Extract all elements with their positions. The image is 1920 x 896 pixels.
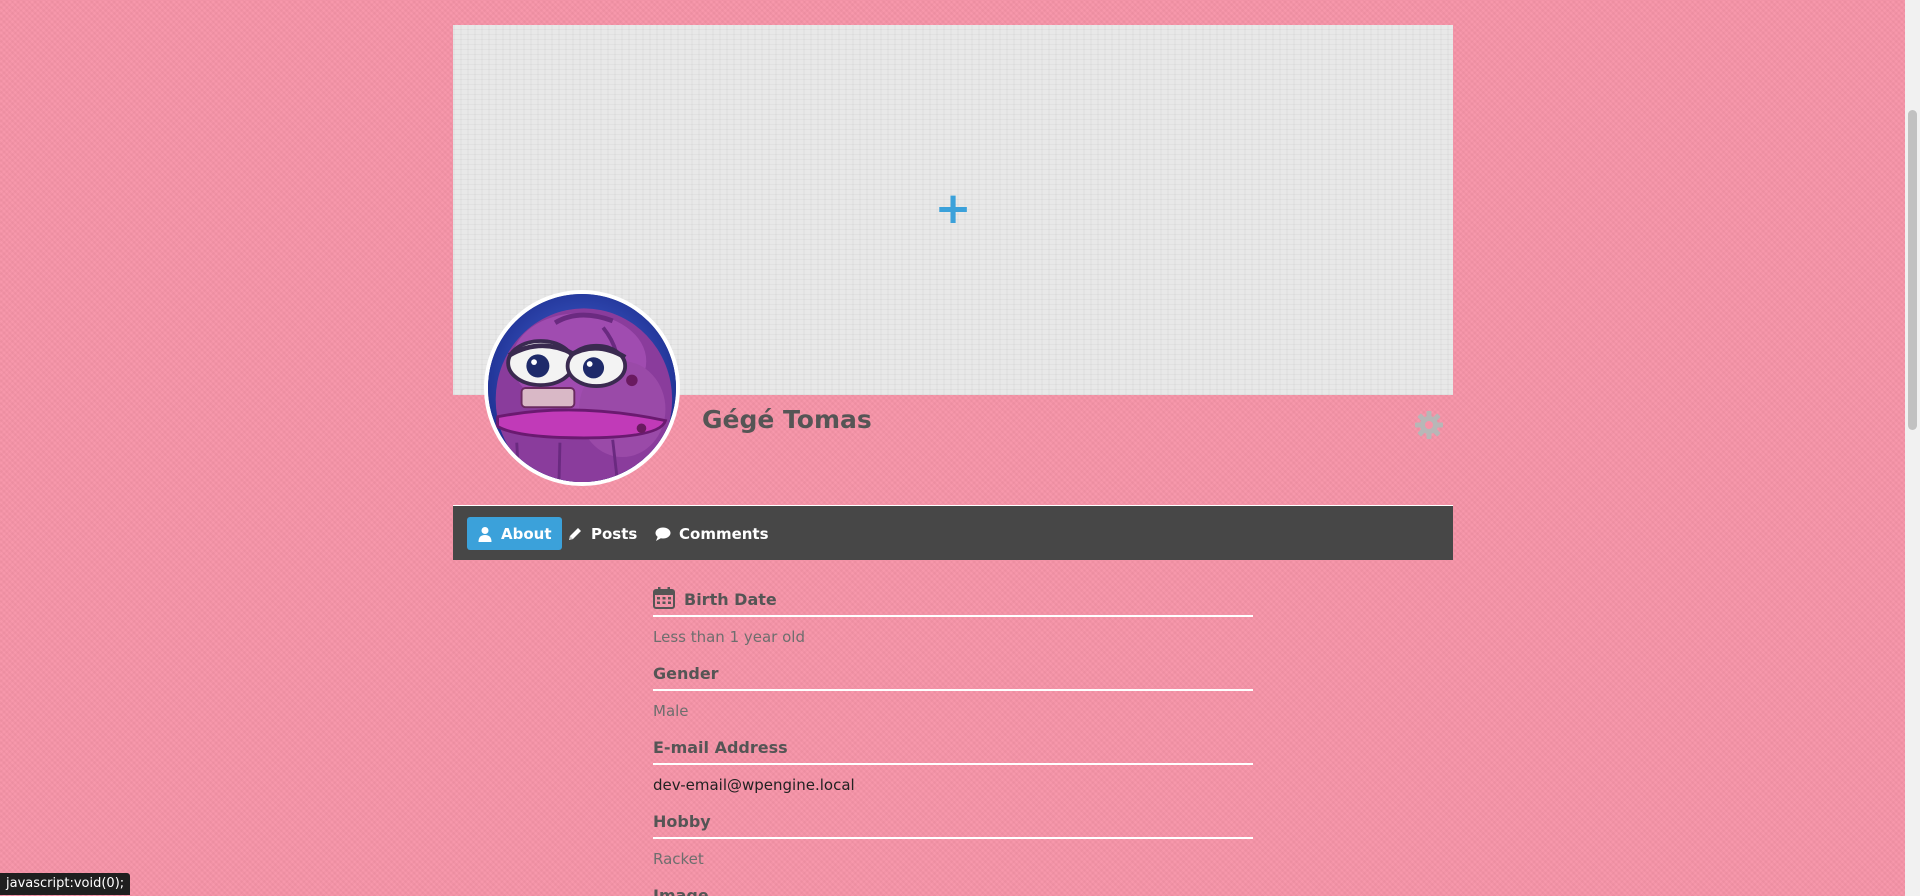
field-label-email: E-mail Address	[653, 731, 1253, 765]
frog-avatar-image	[488, 294, 676, 482]
profile-display-name[interactable]: Gégé Tomas	[702, 405, 872, 434]
browser-status-bar: javascript:void(0);	[0, 873, 131, 895]
birth-date-label: Birth Date	[684, 590, 777, 609]
gender-label: Gender	[653, 664, 719, 683]
page-scrollbar[interactable]	[1905, 0, 1920, 896]
field-label-hobby: Hobby	[653, 805, 1253, 839]
speech-bubble-icon	[655, 526, 671, 542]
field-value-gender: Male	[653, 702, 689, 720]
profile-page: + Gégé Tomas About Posts Comments Birth …	[0, 0, 1920, 896]
about-fields: Birth Date Less than 1 year old Gender M…	[653, 583, 1253, 896]
field-value-birth-date: Less than 1 year old	[653, 628, 805, 646]
scrollbar-thumb[interactable]	[1908, 110, 1917, 430]
email-label: E-mail Address	[653, 738, 788, 757]
field-value-email[interactable]: dev-email@wpengine.local	[653, 765, 1253, 805]
field-value-hobby: Racket	[653, 850, 704, 868]
calendar-icon	[653, 587, 675, 609]
field-label-image: Image	[653, 879, 1253, 896]
profile-nav-tabs: About Posts Comments	[453, 505, 1453, 560]
image-label: Image	[653, 886, 709, 896]
tab-posts-label: Posts	[591, 524, 638, 543]
tab-comments[interactable]: Comments	[645, 517, 779, 550]
tab-about[interactable]: About	[467, 517, 562, 550]
avatar[interactable]	[484, 290, 680, 486]
tab-about-label: About	[501, 524, 552, 543]
plus-icon[interactable]: +	[931, 187, 975, 231]
field-label-birth-date: Birth Date	[653, 583, 1253, 617]
gear-icon[interactable]	[1414, 410, 1444, 440]
hobby-label: Hobby	[653, 812, 711, 831]
pencil-icon	[567, 526, 583, 542]
user-icon	[477, 526, 493, 542]
field-label-gender: Gender	[653, 657, 1253, 691]
tab-comments-label: Comments	[679, 524, 769, 543]
tab-posts[interactable]: Posts	[557, 517, 647, 550]
